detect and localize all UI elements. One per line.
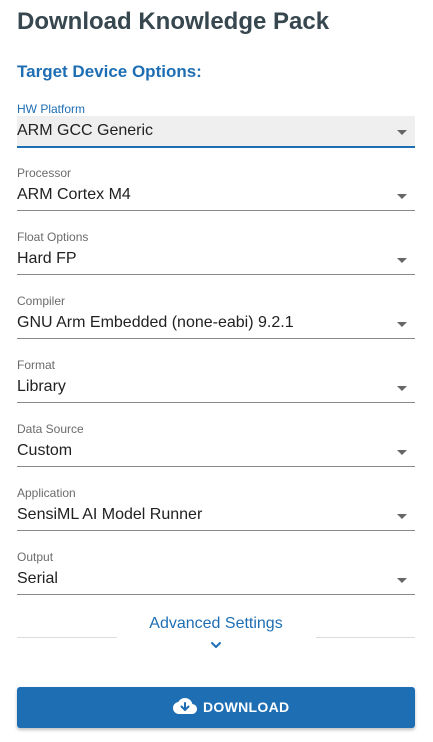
dropdown-arrow-icon <box>397 450 407 455</box>
application-select[interactable]: SensiML AI Model Runner <box>17 500 415 531</box>
application-field: Application SensiML AI Model Runner <box>17 486 415 542</box>
compiler-field: Compiler GNU Arm Embedded (none-eabi) 9.… <box>17 294 415 350</box>
download-button[interactable]: DOWNLOAD <box>17 687 415 728</box>
output-value: Serial <box>17 570 58 587</box>
hw-platform-value: ARM GCC Generic <box>17 122 154 139</box>
format-select[interactable]: Library <box>17 372 415 403</box>
output-select[interactable]: Serial <box>17 564 415 595</box>
download-button-label: DOWNLOAD <box>203 699 290 715</box>
advanced-divider-left <box>17 637 117 638</box>
processor-select[interactable]: ARM Cortex M4 <box>17 180 415 211</box>
compiler-value: GNU Arm Embedded (none-eabi) 9.2.1 <box>17 314 294 331</box>
application-value: SensiML AI Model Runner <box>17 506 203 523</box>
compiler-label: Compiler <box>17 294 66 308</box>
processor-field: Processor ARM Cortex M4 <box>17 166 415 222</box>
format-value: Library <box>17 378 66 395</box>
data-source-field: Data Source Custom <box>17 422 415 478</box>
dropdown-arrow-icon <box>397 578 407 583</box>
page-title: Download Knowledge Pack <box>17 8 330 35</box>
float-options-value: Hard FP <box>17 250 77 267</box>
advanced-divider-right <box>316 637 415 638</box>
hw-platform-select[interactable]: ARM GCC Generic <box>17 116 415 148</box>
application-label: Application <box>17 486 76 500</box>
dropdown-arrow-icon <box>397 130 407 135</box>
format-label: Format <box>17 358 56 372</box>
processor-value: ARM Cortex M4 <box>17 186 131 203</box>
dropdown-arrow-icon <box>397 194 407 199</box>
dropdown-arrow-icon <box>397 386 407 391</box>
format-field: Format Library <box>17 358 415 414</box>
cloud-download-icon <box>173 698 197 714</box>
advanced-settings-toggle[interactable]: Advanced Settings <box>116 615 316 633</box>
output-field: Output Serial <box>17 550 415 606</box>
dropdown-arrow-icon <box>397 258 407 263</box>
hw-platform-label: HW Platform <box>17 102 86 116</box>
float-options-field: Float Options Hard FP <box>17 230 415 286</box>
processor-label: Processor <box>17 166 72 180</box>
data-source-select[interactable]: Custom <box>17 436 415 467</box>
dropdown-arrow-icon <box>397 514 407 519</box>
chevron-down-icon[interactable] <box>209 640 223 650</box>
compiler-select[interactable]: GNU Arm Embedded (none-eabi) 9.2.1 <box>17 308 415 339</box>
data-source-label: Data Source <box>17 422 84 436</box>
hw-platform-field: HW Platform ARM GCC Generic <box>17 102 415 158</box>
dropdown-arrow-icon <box>397 322 407 327</box>
section-title-target-device-options: Target Device Options: <box>17 62 202 81</box>
data-source-value: Custom <box>17 442 73 459</box>
float-options-label: Float Options <box>17 230 89 244</box>
float-options-select[interactable]: Hard FP <box>17 244 415 275</box>
output-label: Output <box>17 550 54 564</box>
